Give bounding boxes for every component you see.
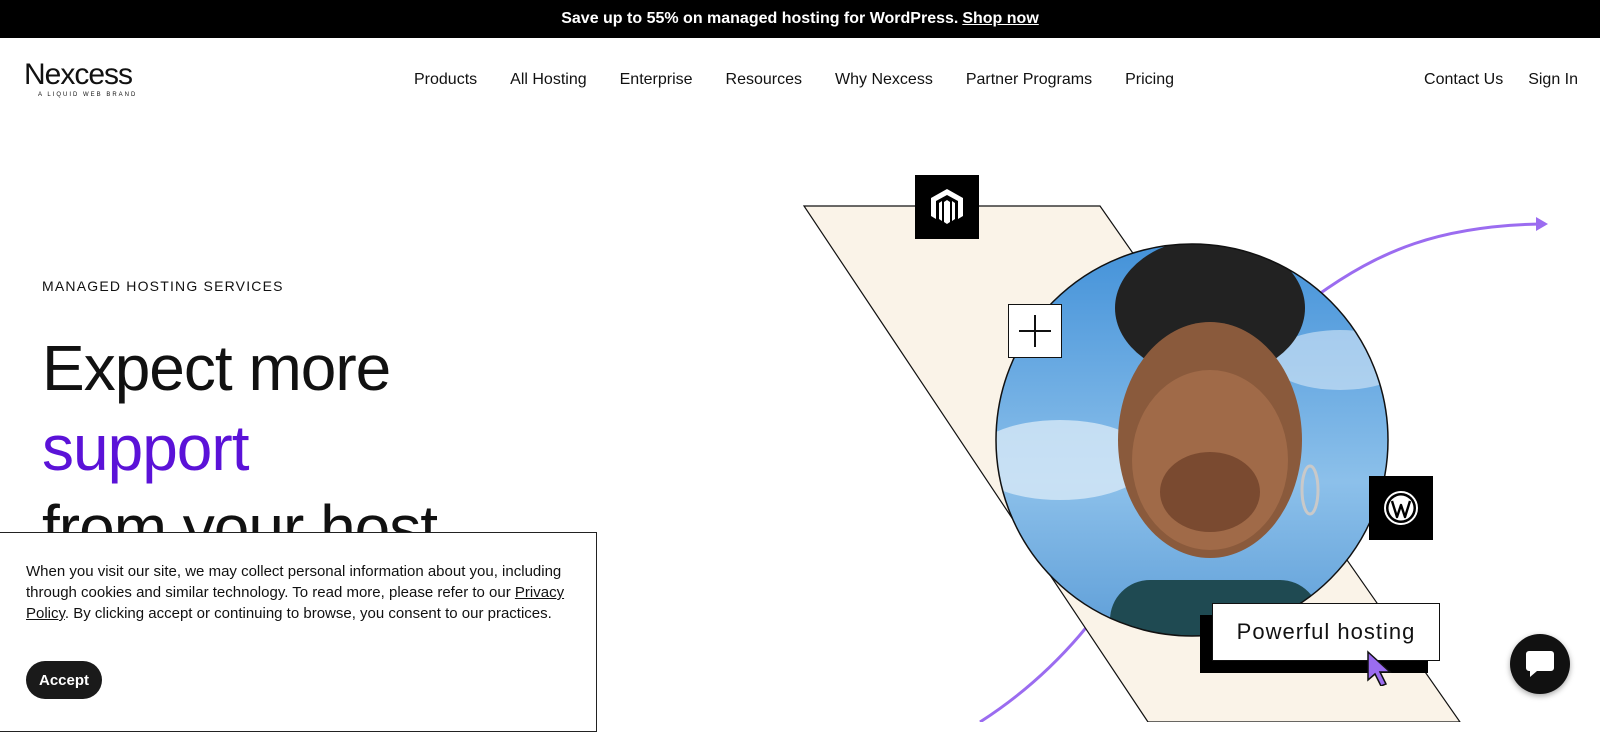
accept-button[interactable]: Accept	[26, 661, 102, 699]
logo-wordmark: Nexcess	[24, 58, 133, 91]
nav-enterprise[interactable]: Enterprise	[620, 71, 693, 89]
site-header: Nexcess A LIQUID WEB BRAND Products All …	[0, 38, 1600, 122]
arrow-head-icon	[1536, 217, 1548, 231]
wordpress-icon	[1384, 491, 1418, 525]
magento-icon	[931, 189, 963, 224]
nav-all-hosting[interactable]: All Hosting	[510, 71, 586, 89]
magento-badge	[915, 175, 979, 239]
hero-eyebrow: MANAGED HOSTING SERVICES	[42, 278, 284, 294]
hero-illustration	[802, 205, 1548, 722]
cookie-text-end: . By clicking accept or continuing to br…	[64, 605, 552, 622]
promo-text: Save up to 55% on managed hosting for Wo…	[561, 10, 959, 27]
promo-banner: Save up to 55% on managed hosting for Wo…	[0, 0, 1600, 38]
nav-products[interactable]: Products	[414, 71, 477, 89]
plus-box	[1008, 304, 1062, 358]
nav-why-nexcess[interactable]: Why Nexcess	[835, 71, 933, 89]
sign-in-link[interactable]: Sign In	[1528, 71, 1578, 89]
powerful-hosting-pill: Powerful hosting	[1212, 603, 1440, 661]
shop-now-link[interactable]: Shop now	[962, 10, 1038, 28]
cookie-text: When you visit our site, we may collect …	[26, 563, 562, 601]
contact-us-link[interactable]: Contact Us	[1424, 71, 1503, 89]
cookie-message: When you visit our site, we may collect …	[26, 561, 570, 624]
chat-bubble-icon	[1526, 651, 1554, 677]
hero-arrow-top	[1314, 222, 1541, 299]
hero-line-accent: support	[42, 412, 249, 484]
logo-tagline: A LIQUID WEB BRAND	[38, 92, 138, 98]
main-nav: Products All Hosting Enterprise Resource…	[414, 71, 1174, 89]
hero-line-1: Expect more	[42, 332, 391, 404]
nav-partner-programs[interactable]: Partner Programs	[966, 71, 1092, 89]
cursor-icon	[1367, 650, 1392, 686]
nav-resources[interactable]: Resources	[726, 71, 802, 89]
wordpress-badge	[1369, 476, 1433, 540]
plus-icon	[1019, 315, 1051, 347]
chat-button[interactable]	[1510, 634, 1570, 694]
utility-nav: Contact Us Sign In	[1424, 71, 1578, 89]
nav-pricing[interactable]: Pricing	[1125, 71, 1174, 89]
cookie-banner: When you visit our site, we may collect …	[0, 532, 597, 732]
nexcess-logo[interactable]: Nexcess A LIQUID WEB BRAND	[24, 58, 138, 99]
hero-arrow-bottom	[979, 609, 1102, 722]
